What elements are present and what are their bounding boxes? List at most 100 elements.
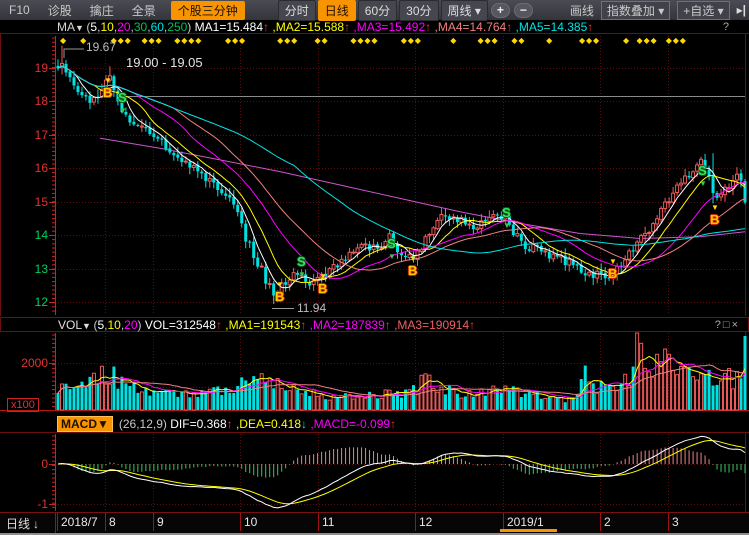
help-icon[interactable]: ? (715, 319, 723, 331)
header-segment: VOL=312548 (145, 318, 216, 332)
event-diamond-icon: ◆ (291, 37, 297, 45)
volume-pane-canvas[interactable] (0, 332, 749, 411)
close-icon[interactable]: × (732, 319, 740, 331)
period-tab-group: 分时 日线 60分 30分 周线 ▾ (277, 0, 489, 21)
sell-signal-arrow-icon: ▼ (699, 180, 707, 188)
zoom-out-button[interactable]: − (514, 3, 533, 18)
macd-dropdown[interactable]: MACD▼ (57, 416, 113, 432)
menu-diagnose-stock[interactable]: 诊股 (39, 2, 81, 19)
date-label: 2018/7 (61, 515, 98, 529)
event-diamond-icon: ◆ (636, 37, 642, 45)
event-diamond-icon: ◆ (477, 37, 483, 45)
date-label: 2 (604, 515, 611, 529)
menu-panorama[interactable]: 全景 (123, 2, 165, 19)
add-watchlist-dropdown[interactable]: +自选 ▾ (677, 1, 729, 20)
sell-signal-arrow-icon: ▼ (119, 107, 127, 115)
collapse-panel-icon[interactable]: ▸| (737, 3, 746, 17)
period-down-arrow-icon: ↓ (33, 517, 39, 531)
header-segment: MA (57, 20, 75, 34)
volume-indicator-header[interactable]: VOL▼ (5,10,20) VOL=312548↑ ,MA1=191543↑ … (0, 317, 749, 332)
event-diamond-icon: ◆ (579, 37, 585, 45)
event-diamond-icon: ◆ (195, 37, 201, 45)
event-diamond-icon: ◆ (680, 37, 686, 45)
event-diamond-icon: ◆ (181, 37, 187, 45)
header-segment: ↑ (469, 318, 475, 332)
tab-weekly-dropdown[interactable]: 周线 ▾ (441, 0, 488, 21)
header-segment: 250 (167, 20, 187, 34)
sell-signal-arrow-icon: ▼ (388, 253, 396, 261)
header-segment: (26,12,9) (119, 417, 170, 431)
price-axis-label: 18 (26, 94, 48, 108)
price-axis-label: 14 (26, 228, 48, 242)
sell-marker: S (297, 255, 306, 268)
sell-signal-arrow-icon: ▼ (503, 222, 511, 230)
buy-signal-arrow-icon: ▼ (276, 281, 284, 289)
buy-marker: B (608, 267, 617, 280)
header-segment: 30 (134, 20, 147, 34)
sell-marker: S (118, 91, 127, 104)
date-tick (318, 513, 319, 531)
date-tick (240, 513, 241, 531)
header-segment: 20 (124, 318, 137, 332)
price-axis-label: 12 (26, 295, 48, 309)
timeline-scrollbar-thumb[interactable] (500, 529, 557, 532)
header-segment: ,MA2=187839 (306, 318, 384, 332)
price-axis-label: 19 (26, 61, 48, 75)
stock-3min-button[interactable]: 个股三分钟 (171, 1, 245, 20)
event-diamond-icon: ◆ (673, 37, 679, 45)
date-label: 10 (244, 515, 257, 529)
header-segment: ↑ (390, 417, 396, 431)
buy-marker: B (710, 213, 719, 226)
tab-60min[interactable]: 60分 (358, 0, 397, 21)
tab-30min[interactable]: 30分 (399, 0, 438, 21)
sell-marker: S (502, 206, 511, 219)
date-tick (668, 513, 669, 531)
event-diamond-icon: ◆ (586, 37, 592, 45)
ma-indicator-header[interactable]: MA▼ (5,10,20,30,60,250) MA1=15.484↑ ,MA2… (0, 20, 749, 34)
volume-scale-label: x100 (7, 398, 39, 412)
event-diamond-icon: ◆ (118, 37, 124, 45)
buy-signal-arrow-icon: ▼ (319, 273, 327, 281)
ma-values-text: MA▼ (5,10,20,30,60,250) MA1=15.484↑ ,MA2… (57, 20, 593, 34)
header-segment: 10 (107, 318, 120, 332)
buy-signal-arrow-icon: ▼ (104, 77, 112, 85)
event-diamond-icon: ◆ (321, 37, 327, 45)
header-segment: ,MA3=15.492 (350, 20, 425, 34)
price-pane-canvas[interactable] (0, 34, 749, 316)
event-diamond-icon: ◆ (415, 37, 421, 45)
menu-qinzhuang[interactable]: 擒庄 (81, 2, 123, 19)
header-segment: ) (187, 20, 194, 34)
event-diamond-icon: ◆ (125, 37, 131, 45)
date-label: 9 (157, 515, 164, 529)
maximize-icon[interactable]: □ (723, 319, 732, 331)
price-axis-label: 15 (26, 195, 48, 209)
help-icon[interactable]: ? (723, 21, 731, 33)
tab-daily[interactable]: 日线 (318, 0, 356, 21)
date-tick (105, 513, 106, 531)
stock-chart-window: F10 诊股 擒庄 全景 个股三分钟 分时 日线 60分 30分 周线 ▾ + … (0, 0, 749, 535)
event-diamond-icon: ◆ (643, 37, 649, 45)
zoom-in-button[interactable]: + (491, 3, 510, 18)
event-diamond-icon: ◆ (156, 37, 162, 45)
sell-marker: S (698, 164, 707, 177)
event-diamond-icon: ◆ (650, 37, 656, 45)
tab-intraday[interactable]: 分时 (278, 0, 316, 21)
menu-f10[interactable]: F10 (0, 3, 39, 17)
price-axis-label: 17 (26, 128, 48, 142)
event-diamond-icon: ◆ (174, 37, 180, 45)
buy-marker: B (275, 290, 284, 303)
header-segment: 20 (117, 20, 130, 34)
macd-pane-canvas[interactable] (0, 433, 749, 512)
period-selector[interactable]: 日线 ↓ (0, 513, 56, 534)
header-segment: VOL (58, 318, 82, 332)
macd-indicator-header[interactable]: MACD▼ (26,12,9) DIF=0.368↑ ,DEA=0.418↓ ,… (0, 415, 749, 433)
event-diamond-icon: ◆ (484, 37, 490, 45)
header-segment: ,DEA=0.418 (233, 417, 301, 431)
volume-axis-label: 2000 (18, 356, 48, 370)
index-overlay-dropdown[interactable]: 指数叠加 ▾ (601, 1, 670, 20)
buy-signal-arrow-icon: ▼ (409, 255, 417, 263)
vol-pane-icons[interactable]: ?□× (684, 307, 740, 343)
header-segment: DIF=0.368 (170, 417, 226, 431)
draw-line-button[interactable]: 画线 (570, 2, 594, 19)
event-diamond-icon: ◆ (401, 37, 407, 45)
